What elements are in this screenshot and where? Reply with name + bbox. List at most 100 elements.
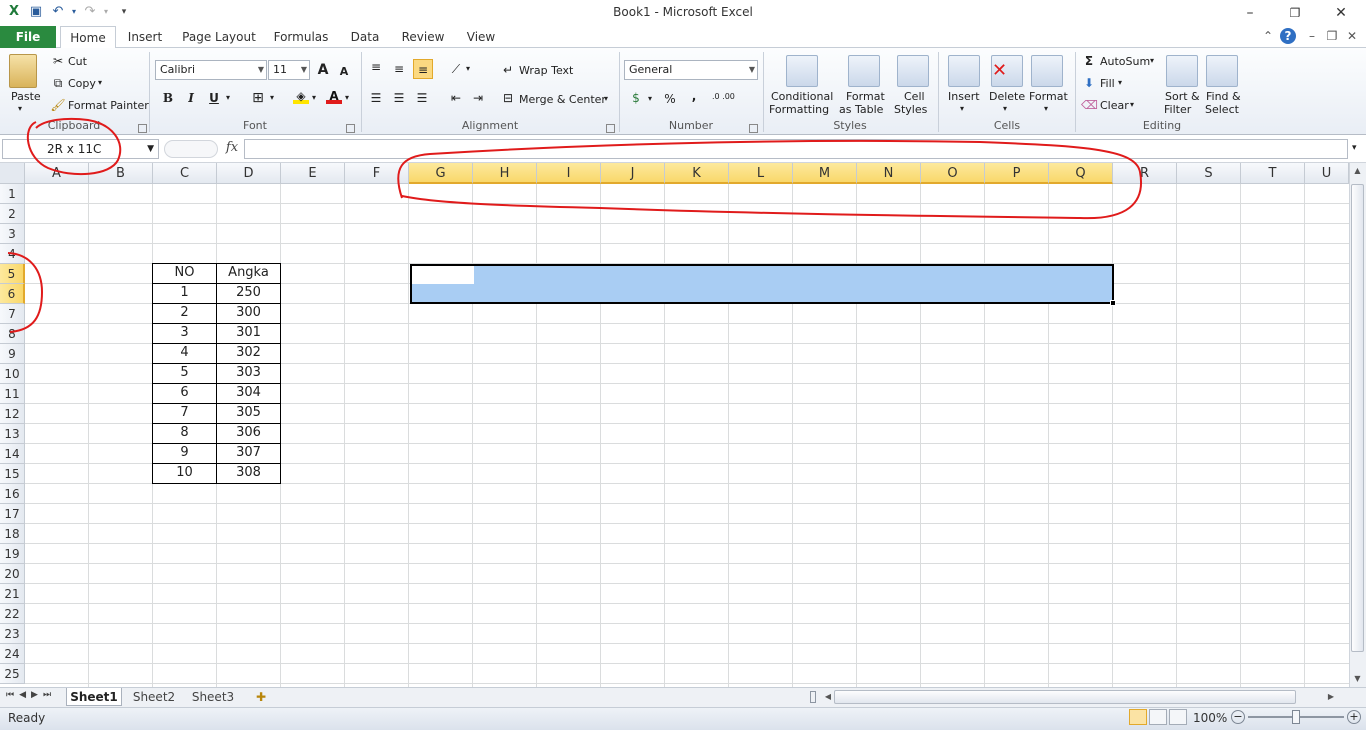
number-format-combo[interactable]: General ▼ — [624, 60, 758, 80]
format-dropdown-icon[interactable]: ▾ — [1044, 104, 1048, 113]
row-header[interactable]: 6 — [0, 284, 25, 304]
formula-bar-splitter[interactable] — [164, 140, 218, 158]
table-cell[interactable]: 307 — [216, 443, 281, 464]
table-cell[interactable]: 5 — [152, 363, 217, 384]
align-right-icon[interactable]: ☰ — [414, 90, 430, 106]
zoom-out-icon[interactable]: − — [1231, 710, 1245, 724]
column-header[interactable]: B — [89, 163, 153, 184]
fill-color-icon[interactable]: ◈ — [293, 88, 309, 104]
delete-cells-icon[interactable]: ✕ — [991, 55, 1023, 87]
zoom-level[interactable]: 100% — [1193, 711, 1227, 725]
italic-button[interactable]: I — [183, 90, 199, 106]
column-header[interactable]: G — [409, 163, 473, 184]
sort-filter-button[interactable]: Sort & — [1165, 90, 1200, 103]
tab-insert[interactable]: Insert — [122, 26, 168, 48]
table-cell[interactable]: 308 — [216, 463, 281, 484]
table-cell[interactable]: 10 — [152, 463, 217, 484]
format-as-table-icon[interactable] — [848, 55, 880, 87]
decimal-buttons[interactable]: .0 .00 — [712, 92, 735, 101]
column-header[interactable]: D — [217, 163, 281, 184]
table-cell[interactable]: 306 — [216, 423, 281, 444]
insert-dropdown-icon[interactable]: ▾ — [960, 104, 964, 113]
active-cell[interactable] — [412, 266, 474, 284]
sheet-tab-sheet2[interactable]: Sheet2 — [128, 688, 180, 706]
copy-dropdown-icon[interactable]: ▾ — [98, 78, 102, 87]
conditional-formatting-icon[interactable] — [786, 55, 818, 87]
font-launcher-icon[interactable] — [346, 124, 355, 133]
font-color-icon[interactable]: A — [326, 88, 342, 104]
select-all-button[interactable] — [0, 163, 25, 184]
tab-data[interactable]: Data — [346, 26, 384, 48]
align-bottom-icon[interactable]: ≡ — [413, 59, 433, 79]
clipboard-launcher-icon[interactable] — [138, 124, 147, 133]
column-header[interactable]: I — [537, 163, 601, 184]
page-layout-view-button[interactable] — [1149, 709, 1167, 725]
column-header[interactable]: S — [1177, 163, 1241, 184]
table-cell[interactable]: 305 — [216, 403, 281, 424]
workbook-close-icon[interactable]: ✕ — [1344, 28, 1360, 44]
zoom-slider-knob[interactable] — [1292, 710, 1300, 724]
column-header[interactable]: A — [25, 163, 89, 184]
orientation-icon[interactable]: ⟋ — [448, 61, 464, 77]
row-header[interactable]: 20 — [0, 564, 25, 584]
row-header[interactable]: 7 — [0, 304, 25, 324]
fill-button[interactable]: Fill — [1100, 77, 1115, 90]
fill-handle[interactable] — [1110, 300, 1116, 306]
row-header[interactable]: 15 — [0, 464, 25, 484]
table-header-cell[interactable]: NO — [152, 263, 217, 284]
align-middle-icon[interactable]: ≡ — [391, 61, 407, 77]
row-header[interactable]: 19 — [0, 544, 25, 564]
autosum-dropdown-icon[interactable]: ▾ — [1150, 56, 1154, 65]
cell-styles-icon[interactable] — [897, 55, 929, 87]
row-header[interactable]: 18 — [0, 524, 25, 544]
workbook-minimize-icon[interactable]: – — [1304, 28, 1320, 44]
row-header[interactable]: 25 — [0, 664, 25, 684]
shrink-font-icon[interactable]: A — [336, 64, 352, 80]
fill-dropdown-icon[interactable]: ▾ — [1118, 78, 1122, 87]
row-header[interactable]: 11 — [0, 384, 25, 404]
table-cell[interactable]: 8 — [152, 423, 217, 444]
insert-sheet-icon[interactable]: ✚ — [250, 688, 272, 706]
minimize-ribbon-icon[interactable]: ⌃ — [1260, 28, 1276, 44]
row-header[interactable]: 22 — [0, 604, 25, 624]
scroll-left-icon[interactable]: ◀ — [823, 692, 833, 701]
zoom-in-icon[interactable]: + — [1347, 710, 1361, 724]
table-cell[interactable]: 304 — [216, 383, 281, 404]
column-header[interactable]: Q — [1049, 163, 1113, 184]
align-top-icon[interactable]: ≡ — [368, 59, 384, 75]
row-header[interactable]: 3 — [0, 224, 25, 244]
page-break-view-button[interactable] — [1169, 709, 1187, 725]
row-header[interactable]: 10 — [0, 364, 25, 384]
column-header[interactable]: P — [985, 163, 1049, 184]
column-header[interactable]: U — [1305, 163, 1349, 184]
cut-button[interactable]: Cut — [68, 55, 87, 68]
scroll-right-icon[interactable]: ▶ — [1326, 692, 1336, 701]
table-cell[interactable]: 302 — [216, 343, 281, 364]
column-header[interactable]: N — [857, 163, 921, 184]
find-select-icon[interactable] — [1206, 55, 1238, 87]
row-header[interactable]: 14 — [0, 444, 25, 464]
vertical-scroll-thumb[interactable] — [1351, 184, 1364, 652]
scroll-down-icon[interactable]: ▼ — [1351, 674, 1364, 683]
sort-filter-icon[interactable] — [1166, 55, 1198, 87]
restore-icon[interactable]: ❐ — [1282, 3, 1308, 23]
percent-style-button[interactable]: % — [662, 91, 678, 107]
accounting-dropdown-icon[interactable]: ▾ — [648, 94, 652, 103]
conditional-formatting-button[interactable]: Conditional — [771, 90, 833, 103]
fill-icon[interactable]: ⬇ — [1081, 75, 1097, 91]
help-icon[interactable]: ? — [1280, 28, 1296, 44]
paste-dropdown-icon[interactable]: ▾ — [18, 104, 22, 113]
row-header[interactable]: 17 — [0, 504, 25, 524]
merge-center-button[interactable]: Merge & Center — [519, 93, 606, 106]
table-cell[interactable]: 301 — [216, 323, 281, 344]
workbook-restore-icon[interactable]: ❐ — [1324, 28, 1340, 44]
column-header[interactable]: O — [921, 163, 985, 184]
format-cells-icon[interactable] — [1031, 55, 1063, 87]
row-header[interactable]: 2 — [0, 204, 25, 224]
table-cell[interactable]: 300 — [216, 303, 281, 324]
row-header[interactable]: 13 — [0, 424, 25, 444]
borders-dropdown-icon[interactable]: ▾ — [270, 93, 274, 102]
column-header[interactable]: C — [153, 163, 217, 184]
column-header[interactable]: M — [793, 163, 857, 184]
scroll-up-icon[interactable]: ▲ — [1351, 166, 1364, 175]
